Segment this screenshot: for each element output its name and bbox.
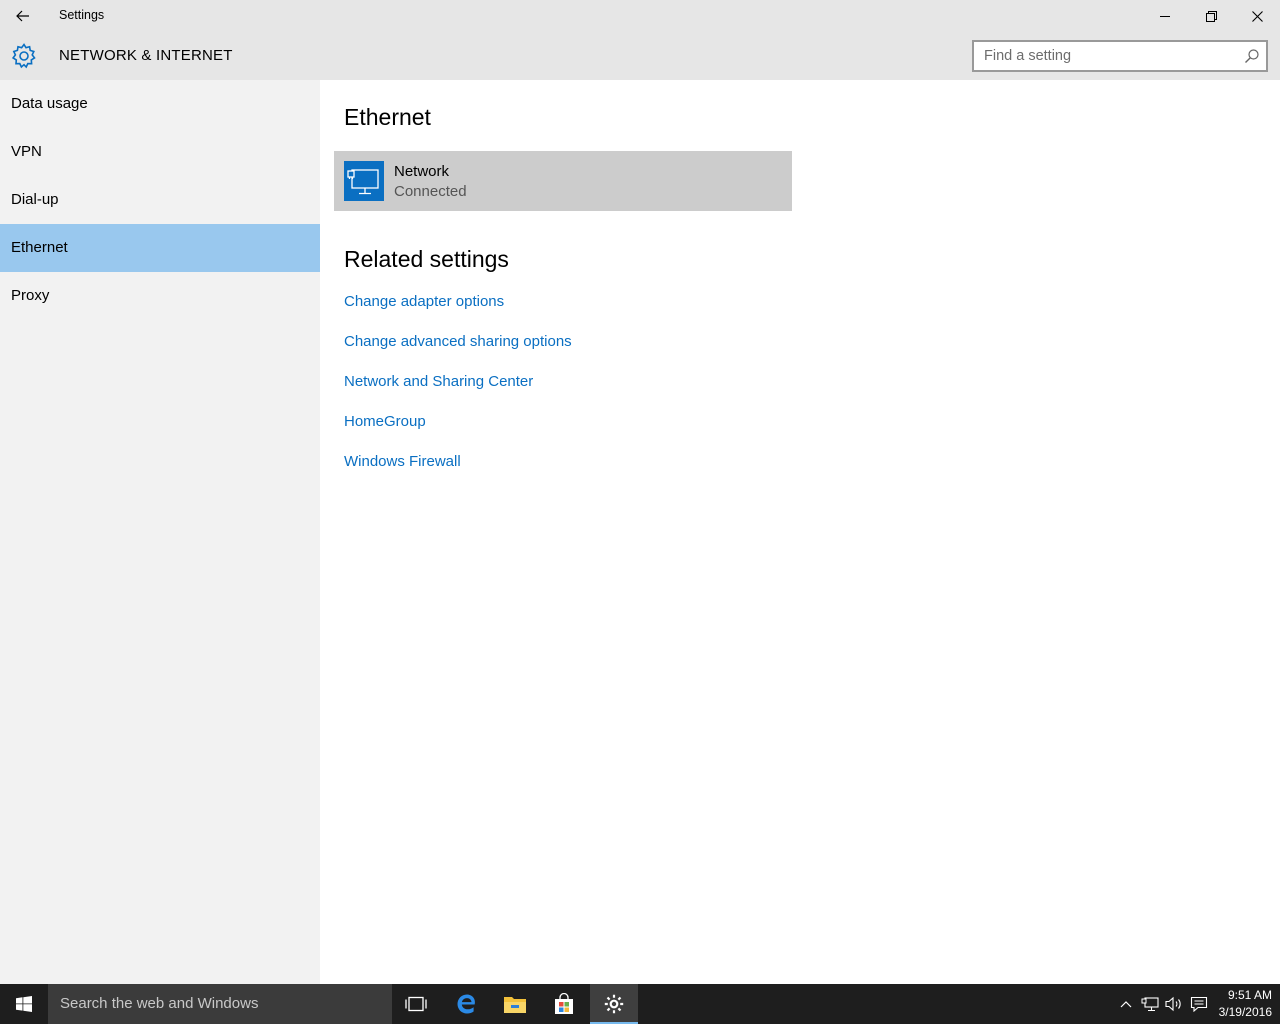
minimize-icon <box>1160 16 1170 17</box>
section-heading-ethernet: Ethernet <box>344 104 431 130</box>
link-network-and-sharing-center[interactable]: Network and Sharing Center <box>344 373 533 390</box>
network-icon <box>1141 997 1159 1012</box>
sidebar-item-data-usage[interactable]: Data usage <box>0 80 320 128</box>
store-button[interactable] <box>540 984 588 1024</box>
link-windows-firewall[interactable]: Windows Firewall <box>344 453 461 470</box>
network-connection-tile[interactable]: Network Connected <box>334 151 792 211</box>
restore-button[interactable] <box>1188 0 1234 32</box>
title-bar: Settings <box>0 0 1280 32</box>
minimize-button[interactable] <box>1142 0 1188 32</box>
ethernet-monitor-icon <box>344 161 384 201</box>
main-content: Ethernet Network Connected Related setti… <box>320 80 1280 984</box>
file-explorer-button[interactable] <box>491 984 539 1024</box>
window-title: Settings <box>59 8 105 22</box>
taskbar: Search the web and Windows 9:51 AM 3/19/… <box>0 984 1280 1024</box>
settings-taskbar-button[interactable] <box>590 984 638 1024</box>
edge-icon <box>457 994 475 1014</box>
sidebar-nav: Data usage VPN Dial-up Ethernet Proxy <box>0 80 320 984</box>
volume-tray-button[interactable] <box>1165 995 1183 1013</box>
restore-icon <box>1205 10 1217 22</box>
chevron-up-icon <box>1120 1001 1132 1008</box>
task-view-button[interactable] <box>392 984 440 1024</box>
section-heading-related-settings: Related settings <box>344 246 509 272</box>
start-button[interactable] <box>0 984 48 1024</box>
sidebar-item-proxy[interactable]: Proxy <box>0 272 320 320</box>
settings-search[interactable] <box>972 40 1268 72</box>
gear-icon <box>11 43 36 69</box>
link-change-adapter-options[interactable]: Change adapter options <box>344 293 504 310</box>
file-explorer-icon <box>504 997 526 1013</box>
store-icon <box>555 993 573 1014</box>
taskbar-search-placeholder: Search the web and Windows <box>60 995 259 1012</box>
close-icon <box>1251 10 1263 22</box>
clock-date: 3/19/2016 <box>1218 1005 1272 1019</box>
sidebar-item-ethernet[interactable]: Ethernet <box>0 224 320 272</box>
sidebar-item-vpn[interactable]: VPN <box>0 128 320 176</box>
volume-icon <box>1165 996 1181 1012</box>
search-icon[interactable] <box>1244 48 1260 64</box>
taskbar-search-box[interactable]: Search the web and Windows <box>48 984 392 1024</box>
network-status: Connected <box>394 183 467 200</box>
taskbar-clock[interactable]: 9:51 AM 3/19/2016 <box>1212 987 1272 1021</box>
settings-icon <box>604 994 624 1014</box>
search-input[interactable] <box>974 42 1234 70</box>
page-title: NETWORK & INTERNET <box>59 47 233 64</box>
network-name: Network <box>394 163 450 180</box>
show-hidden-icons-button[interactable] <box>1117 995 1135 1013</box>
network-tray-button[interactable] <box>1141 995 1159 1013</box>
sidebar-item-dial-up[interactable]: Dial-up <box>0 176 320 224</box>
page-header: NETWORK & INTERNET <box>0 32 1280 80</box>
task-view-icon <box>405 996 427 1012</box>
back-button[interactable] <box>0 0 46 32</box>
action-center-icon <box>1190 996 1208 1012</box>
edge-button[interactable] <box>443 984 491 1024</box>
action-center-button[interactable] <box>1190 995 1208 1013</box>
clock-time: 9:51 AM <box>1227 988 1272 1002</box>
link-change-advanced-sharing-options[interactable]: Change advanced sharing options <box>344 333 572 350</box>
windows-logo-icon <box>16 996 32 1012</box>
link-homegroup[interactable]: HomeGroup <box>344 413 426 430</box>
back-arrow-icon <box>16 10 29 22</box>
close-button[interactable] <box>1234 0 1280 32</box>
